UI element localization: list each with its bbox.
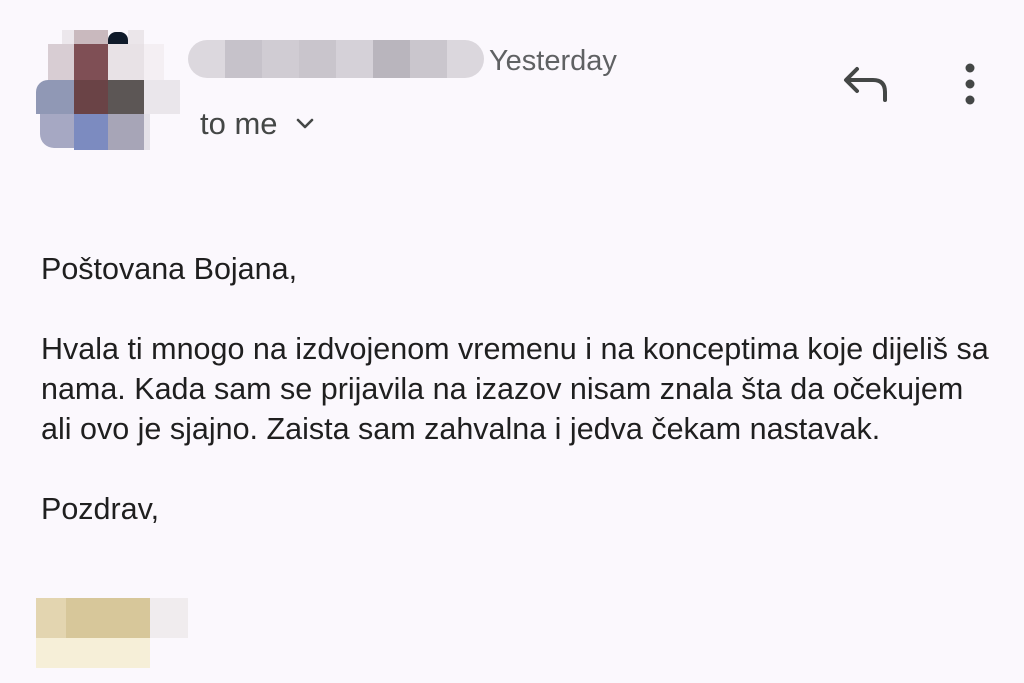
email-greeting: Poštovana Bojana, (41, 252, 298, 286)
recipient-details-toggle[interactable]: to me (200, 104, 316, 144)
more-options-button[interactable] (946, 58, 994, 114)
email-header: Yesterday to me (0, 0, 1024, 170)
sender-avatar[interactable] (36, 30, 186, 158)
chevron-down-icon (294, 113, 316, 135)
email-message: Hvala ti mnogo na izdvojenom vremenu i n… (41, 332, 989, 446)
signature-name-redacted (36, 598, 188, 668)
email-closing: Pozdrav, (41, 492, 160, 526)
email-timestamp: Yesterday (489, 45, 617, 77)
reply-icon (841, 64, 893, 109)
recipient-label: to me (200, 106, 278, 141)
more-vert-icon (963, 62, 977, 111)
reply-button[interactable] (836, 58, 898, 114)
sender-name-redacted (188, 40, 484, 78)
email-body: Poštovana Bojana, Hvala ti mnogo na izdv… (41, 249, 1001, 529)
